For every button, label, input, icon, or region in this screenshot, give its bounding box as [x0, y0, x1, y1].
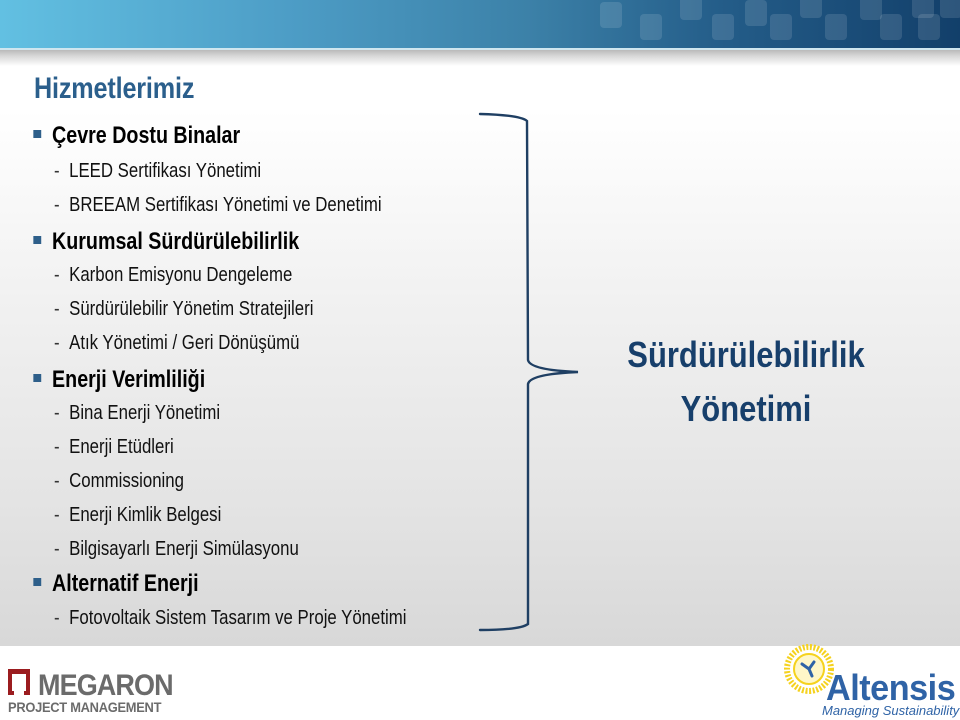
- dash-marker: -: [54, 436, 60, 458]
- altensis-tagline: Managing Sustainability: [822, 703, 960, 718]
- list-item-text: Sürdürülebilir Yönetim Stratejileri: [69, 298, 314, 320]
- section-heading-text: Kurumsal Sürdürülebilirlik: [52, 228, 300, 255]
- section-heading: Enerji Verimliliği: [33, 366, 206, 394]
- list-item: - LEED Sertifikası Yönetimi: [54, 160, 261, 183]
- list-item-text: Fotovoltaik Sistem Tasarım ve Proje Yöne…: [69, 607, 407, 629]
- dash-marker: -: [54, 160, 60, 182]
- megaron-mark-icon: [8, 669, 30, 695]
- altensis-name: Altensis: [826, 667, 956, 708]
- bullet-square-icon: [33, 373, 42, 382]
- list-item: - Fotovoltaik Sistem Tasarım ve Proje Yön…: [54, 607, 406, 630]
- section-heading-text: Enerji Verimliliği: [52, 366, 206, 393]
- page-title: Hizmetlerimiz: [34, 72, 195, 105]
- bullet-square-icon: [33, 129, 42, 138]
- list-item: - Enerji Kimlik Belgesi: [54, 504, 221, 527]
- section-heading-text: Çevre Dostu Binalar: [52, 122, 241, 149]
- megaron-subtitle: PROJECT MANAGEMENT: [8, 699, 162, 715]
- section-heading: Çevre Dostu Binalar: [33, 122, 241, 150]
- altensis-logo: Altensis Managing Sustainability: [780, 644, 960, 720]
- dash-marker: -: [54, 332, 60, 354]
- summary-label: Sürdürülebilirlik Yönetimi: [620, 328, 871, 436]
- bullet-square-icon: [33, 235, 42, 244]
- megaron-name: MEGARON: [38, 669, 174, 702]
- list-item: - Bina Enerji Yönetimi: [54, 402, 220, 425]
- header-band: [0, 0, 960, 48]
- list-item-text: Enerji Kimlik Belgesi: [69, 504, 222, 526]
- dash-marker: -: [54, 504, 60, 526]
- section-heading: Kurumsal Sürdürülebilirlik: [33, 228, 300, 256]
- dash-marker: -: [54, 607, 60, 629]
- summary-line-2: Yönetimi: [680, 388, 812, 429]
- list-item: - Sürdürülebilir Yönetim Stratejileri: [54, 298, 313, 321]
- summary-line-1: Sürdürülebilirlik: [627, 334, 865, 375]
- header-shadow: [0, 50, 960, 66]
- dash-marker: -: [54, 264, 60, 286]
- list-item: - Karbon Emisyonu Dengeleme: [54, 264, 292, 287]
- dash-marker: -: [54, 538, 60, 560]
- list-item: - Atık Yönetimi / Geri Dönüşümü: [54, 332, 299, 355]
- list-item: - BREEAM Sertifikası Yönetimi ve Denetimi: [54, 194, 382, 217]
- list-item-text: Enerji Etüdleri: [69, 436, 174, 458]
- list-item-text: BREEAM Sertifikası Yönetimi ve Denetimi: [69, 194, 382, 216]
- list-item-text: Bina Enerji Yönetimi: [69, 402, 221, 424]
- list-item-text: LEED Sertifikası Yönetimi: [69, 160, 262, 182]
- list-item-text: Karbon Emisyonu Dengeleme: [69, 264, 293, 286]
- section-heading: Alternatif Enerji: [33, 570, 199, 598]
- dash-marker: -: [54, 298, 60, 320]
- list-item-text: Bilgisayarlı Enerji Simülasyonu: [69, 538, 299, 560]
- section-heading-text: Alternatif Enerji: [52, 570, 199, 597]
- dash-marker: -: [54, 194, 60, 216]
- bullet-square-icon: [33, 577, 42, 586]
- dash-marker: -: [54, 470, 60, 492]
- list-item-text: Commissioning: [69, 470, 184, 492]
- list-item-text: Atık Yönetimi / Geri Dönüşümü: [69, 332, 300, 354]
- list-item: - Commissioning: [54, 470, 184, 493]
- list-item: - Enerji Etüdleri: [54, 436, 174, 459]
- megaron-logo: MEGARON PROJECT MANAGEMENT: [4, 665, 174, 715]
- dash-marker: -: [54, 402, 60, 424]
- list-item: - Bilgisayarlı Enerji Simülasyonu: [54, 538, 299, 561]
